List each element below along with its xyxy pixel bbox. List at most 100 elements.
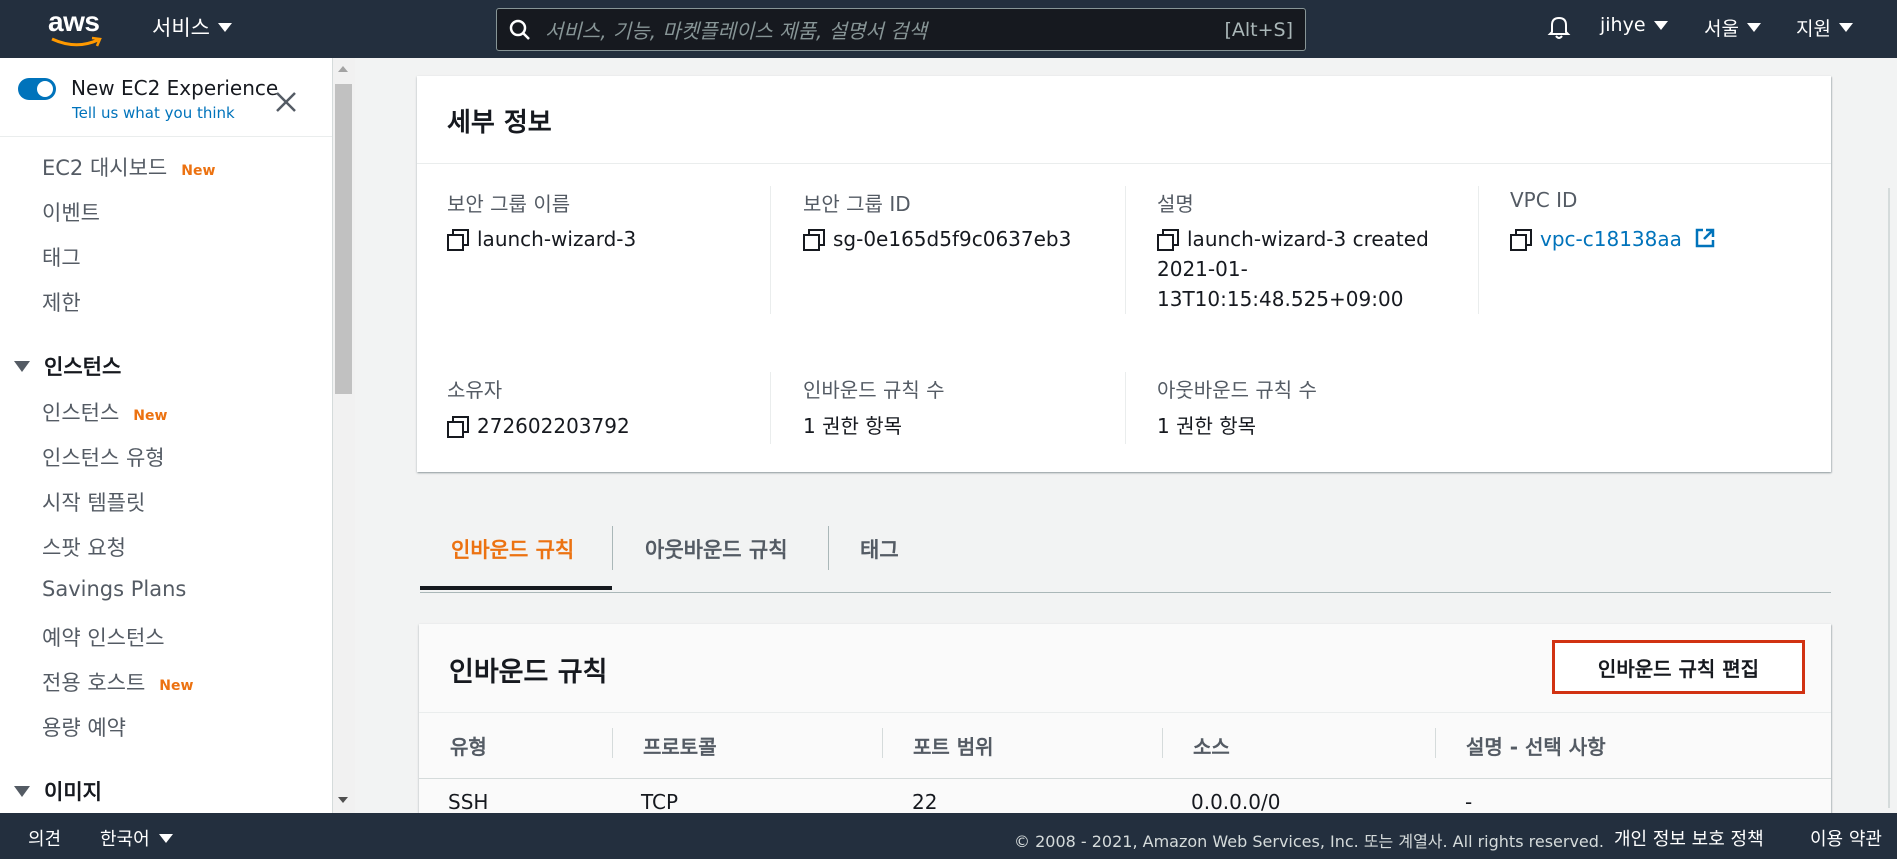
copyright-text: © 2008 - 2021, Amazon Web Services, Inc.… <box>1014 832 1605 851</box>
caret-down-icon <box>1746 23 1761 32</box>
owner-label: 소유자 <box>447 378 503 402</box>
tab-tags[interactable]: 태그 <box>860 534 899 564</box>
new-experience-switch[interactable] <box>18 78 56 100</box>
column-header-protocol[interactable]: 프로토콜 <box>643 731 717 760</box>
copy-icon[interactable] <box>1157 229 1179 251</box>
external-link-icon[interactable] <box>1694 227 1716 249</box>
vpc-id-value: vpc-c18138aa <box>1510 224 1716 254</box>
cell-type: SSH <box>448 790 489 814</box>
user-name: jihye <box>1600 14 1646 36</box>
sg-id-text: sg-0e165d5f9c0637eb3 <box>833 227 1072 251</box>
sidebar-divider <box>0 136 332 137</box>
sidebar-item-savings-plans[interactable]: Savings Plans <box>42 577 186 601</box>
main-scrollbar-thumb[interactable] <box>1888 188 1890 808</box>
new-badge: New <box>159 678 194 694</box>
cell-description: - <box>1465 790 1473 814</box>
tab-inbound-rules[interactable]: 인바운드 규칙 <box>451 534 574 564</box>
tab-divider <box>612 526 613 570</box>
user-menu[interactable]: jihye <box>1600 14 1668 36</box>
sidebar-item-tags[interactable]: 태그 <box>42 242 81 272</box>
language-label: 한국어 <box>100 829 150 850</box>
search-icon <box>509 19 530 40</box>
scroll-up-icon[interactable] <box>338 66 348 72</box>
region-menu[interactable]: 서울 <box>1704 14 1761 41</box>
vpc-id-label: VPC ID <box>1510 188 1578 212</box>
column-divider <box>1125 372 1126 444</box>
copy-icon[interactable] <box>803 229 825 251</box>
column-divider <box>770 372 771 444</box>
active-tab-indicator <box>420 586 612 590</box>
sidebar-item-label: 전용 호스트 <box>42 671 146 695</box>
copy-icon[interactable] <box>447 229 469 251</box>
column-divider <box>770 186 771 314</box>
column-divider <box>1478 186 1479 314</box>
outbound-count-value: 1 권한 항목 <box>1157 414 1257 438</box>
services-label: 서비스 <box>152 16 210 40</box>
column-divider <box>1162 728 1163 758</box>
footer: 의견 한국어 © 2008 - 2021, Amazon Web Service… <box>0 813 1897 859</box>
tab-outbound-rules[interactable]: 아웃바운드 규칙 <box>645 534 788 564</box>
column-header-type[interactable]: 유형 <box>450 731 487 760</box>
sg-name-label: 보안 그룹 이름 <box>447 192 571 216</box>
sg-name-text: launch-wizard-3 <box>477 227 637 251</box>
close-icon[interactable] <box>274 90 298 114</box>
sidebar-item-limits[interactable]: 제한 <box>42 287 81 317</box>
aws-smile-icon <box>51 36 102 47</box>
column-divider <box>1435 728 1436 758</box>
region-name: 서울 <box>1704 18 1739 40</box>
search-bar[interactable]: 서비스, 기능, 마켓플레이스 제품, 설명서 검색 [Alt+S] <box>496 8 1306 51</box>
sidebar-item-reserved-instances[interactable]: 예약 인스턴스 <box>42 622 165 652</box>
sidebar-item-events[interactable]: 이벤트 <box>42 197 100 227</box>
sidebar-section-instances[interactable]: 인스턴스 <box>14 351 121 381</box>
language-menu[interactable]: 한국어 <box>100 825 174 851</box>
sidebar-item-label: 인스턴스 <box>42 401 120 425</box>
table-header-divider <box>419 778 1831 779</box>
header-divider <box>419 712 1831 713</box>
privacy-policy-link[interactable]: 개인 정보 보호 정책 <box>1614 825 1764 851</box>
new-badge: New <box>133 408 168 424</box>
support-menu[interactable]: 지원 <box>1796 14 1853 41</box>
support-label: 지원 <box>1796 18 1831 40</box>
collapse-icon <box>14 785 30 797</box>
notifications-button[interactable] <box>1546 14 1572 40</box>
edit-inbound-rules-button[interactable]: 인바운드 규칙 편집 <box>1552 640 1805 694</box>
details-title: 세부 정보 <box>447 108 552 138</box>
sidebar-item-dashboard[interactable]: EC2 대시보드 New <box>42 152 215 182</box>
column-header-source[interactable]: 소스 <box>1193 731 1230 760</box>
sidebar-item-instances[interactable]: 인스턴스 New <box>42 397 167 427</box>
tabs-baseline <box>420 592 1831 593</box>
aws-logo[interactable]: aws <box>48 8 104 48</box>
sidebar-item-instance-types[interactable]: 인스턴스 유형 <box>42 442 165 472</box>
feedback-link[interactable]: 의견 <box>28 825 61 851</box>
column-header-description[interactable]: 설명 - 선택 사항 <box>1466 731 1606 760</box>
column-divider <box>1125 186 1126 314</box>
scroll-down-icon[interactable] <box>338 797 348 803</box>
feedback-link[interactable]: Tell us what you think <box>72 104 235 122</box>
sidebar-item-spot-requests[interactable]: 스팟 요청 <box>42 532 126 562</box>
terms-link[interactable]: 이용 약관 <box>1810 825 1882 851</box>
sidebar-item-launch-templates[interactable]: 시작 템플릿 <box>42 487 145 517</box>
sidebar-scrollbar-thumb[interactable] <box>335 84 352 394</box>
collapse-icon <box>14 360 30 372</box>
main-scrollbar[interactable] <box>1880 58 1897 813</box>
search-shortcut: [Alt+S] <box>1224 18 1293 41</box>
vpc-link[interactable]: vpc-c18138aa <box>1540 227 1682 251</box>
sidebar-item-dedicated-hosts[interactable]: 전용 호스트 New <box>42 667 193 697</box>
top-navigation: aws 서비스 서비스, 기능, 마켓플레이스 제품, 설명서 검색 [Alt+… <box>0 0 1897 58</box>
services-menu[interactable]: 서비스 <box>152 12 232 42</box>
sidebar-section-images[interactable]: 이미지 <box>14 776 102 806</box>
outbound-count-label: 아웃바운드 규칙 수 <box>1157 378 1317 402</box>
new-experience-title: New EC2 Experience <box>71 76 279 100</box>
sidebar-item-capacity-reservations[interactable]: 용량 예약 <box>42 712 126 742</box>
section-label: 이미지 <box>44 780 102 804</box>
inbound-count-value: 1 권한 항목 <box>803 414 903 438</box>
column-header-port-range[interactable]: 포트 범위 <box>913 731 994 760</box>
column-divider <box>612 728 613 758</box>
sg-id-label: 보안 그룹 ID <box>803 192 911 216</box>
header-divider <box>417 163 1831 164</box>
copy-icon[interactable] <box>447 416 469 438</box>
copy-icon[interactable] <box>1510 229 1532 251</box>
description-line: launch-wizard-3 created <box>1187 227 1429 251</box>
aws-logo-text: aws <box>48 6 100 37</box>
caret-down-icon <box>159 834 174 843</box>
